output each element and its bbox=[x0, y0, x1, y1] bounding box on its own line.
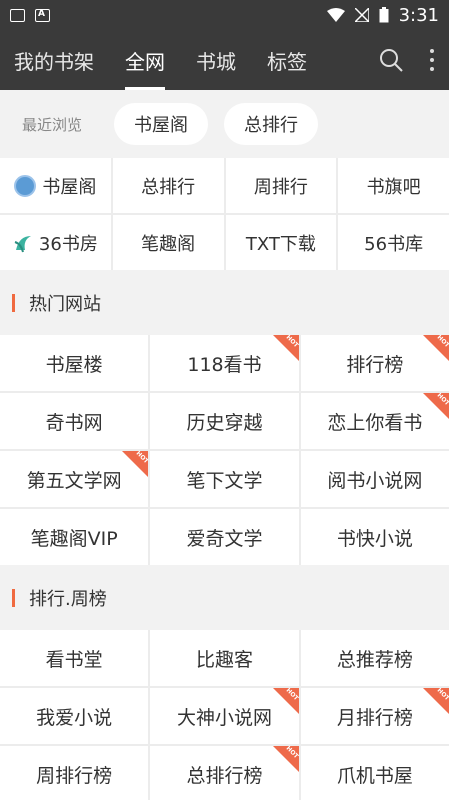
section-accent-bar bbox=[12, 293, 15, 312]
site-link[interactable]: 月排行榜 HOT bbox=[300, 688, 449, 744]
site-link[interactable]: 恋上你看书 HOT bbox=[300, 393, 449, 449]
tab-bookshelf[interactable]: 我的书架 bbox=[14, 30, 94, 90]
site-link[interactable]: 比趣客 bbox=[150, 630, 299, 686]
hot-badge-icon: HOT bbox=[272, 688, 299, 714]
site-link[interactable]: 笔下文学 bbox=[150, 451, 299, 507]
site-link[interactable]: 爱奇文学 bbox=[150, 509, 299, 565]
site-link[interactable]: 书快小说 bbox=[300, 509, 449, 565]
search-icon[interactable] bbox=[379, 48, 403, 72]
wifi-icon bbox=[326, 8, 345, 22]
image-icon bbox=[10, 8, 25, 22]
recent-label: 最近浏览 bbox=[22, 115, 83, 134]
clock: 3:31 bbox=[398, 4, 439, 26]
tab-tags[interactable]: 标签 bbox=[267, 30, 307, 90]
app-notification-icon bbox=[35, 8, 50, 22]
site-link[interactable]: 我爱小说 bbox=[0, 688, 149, 744]
site-link[interactable]: 书屋楼 bbox=[0, 335, 149, 391]
site-link[interactable]: 奇书网 bbox=[0, 393, 149, 449]
status-bar: 3:31 bbox=[0, 0, 449, 30]
quick-link[interactable]: 36书房 bbox=[0, 215, 111, 270]
quick-link[interactable]: TXT下载 bbox=[225, 215, 337, 270]
hot-badge-icon: HOT bbox=[422, 335, 449, 361]
battery-icon bbox=[379, 7, 389, 23]
site-link[interactable]: 第五文学网 HOT bbox=[0, 451, 149, 507]
weekly-rank-grid: 看书堂 比趣客 总推荐榜我爱小说 大神小说网 HOT 月排行榜 HOT 周排行榜 总排行榜 HOT… bbox=[0, 630, 449, 800]
hot-badge-icon: HOT bbox=[422, 688, 449, 714]
quick-link[interactable]: 书旗吧 bbox=[338, 158, 449, 213]
recent-browsing: 最近浏览 书屋阁 总排行 bbox=[0, 90, 449, 158]
site-link[interactable]: 看书堂 bbox=[0, 630, 149, 686]
signal-icon bbox=[354, 8, 369, 22]
section-hot-sites: 热门网站 bbox=[0, 270, 449, 335]
tab-all-web[interactable]: 全网 bbox=[125, 30, 165, 90]
site-logo-icon bbox=[14, 235, 31, 252]
site-link[interactable]: 118看书 HOT bbox=[150, 335, 299, 391]
quick-link[interactable]: 周排行 bbox=[225, 158, 337, 213]
site-link[interactable]: 总排行榜 HOT bbox=[150, 746, 299, 800]
recent-item[interactable]: 总排行 bbox=[224, 103, 319, 145]
site-link[interactable]: 总推荐榜 bbox=[300, 630, 449, 686]
site-logo-icon bbox=[14, 174, 37, 197]
quick-link[interactable]: 笔趣阁 bbox=[112, 215, 224, 270]
site-link[interactable]: 大神小说网 HOT bbox=[150, 688, 299, 744]
more-menu-icon[interactable] bbox=[429, 48, 435, 72]
tab-bookstore[interactable]: 书城 bbox=[196, 30, 236, 90]
quick-link[interactable]: 书屋阁 bbox=[0, 158, 111, 213]
top-navigation: 我的书架 全网 书城 标签 bbox=[0, 30, 449, 90]
section-weekly-rank: 排行.周榜 bbox=[0, 565, 449, 630]
site-link[interactable]: 笔趣阁VIP bbox=[0, 509, 149, 565]
hot-sites-grid: 书屋楼 118看书 HOT 排行榜 HOT 奇书网 历史穿越 恋上你看书 HOT 第五文学网 HOT… bbox=[0, 335, 449, 565]
hot-badge-icon: HOT bbox=[122, 451, 149, 477]
section-accent-bar bbox=[12, 588, 15, 607]
site-link[interactable]: 阅书小说网 bbox=[300, 451, 449, 507]
site-link[interactable]: 周排行榜 bbox=[0, 746, 149, 800]
hot-badge-icon: HOT bbox=[272, 746, 299, 772]
hot-badge-icon: HOT bbox=[272, 335, 299, 361]
site-link[interactable]: 爪机书屋 bbox=[300, 746, 449, 800]
quick-links: 书屋阁 总排行 周排行 书旗吧 36书房 笔趣阁 TXT下载 56书库 bbox=[0, 158, 449, 270]
quick-link[interactable]: 总排行 bbox=[112, 158, 224, 213]
quick-link[interactable]: 56书库 bbox=[338, 215, 449, 270]
site-link[interactable]: 历史穿越 bbox=[150, 393, 299, 449]
site-link[interactable]: 排行榜 HOT bbox=[300, 335, 449, 391]
recent-item[interactable]: 书屋阁 bbox=[114, 103, 209, 145]
hot-badge-icon: HOT bbox=[422, 393, 449, 419]
